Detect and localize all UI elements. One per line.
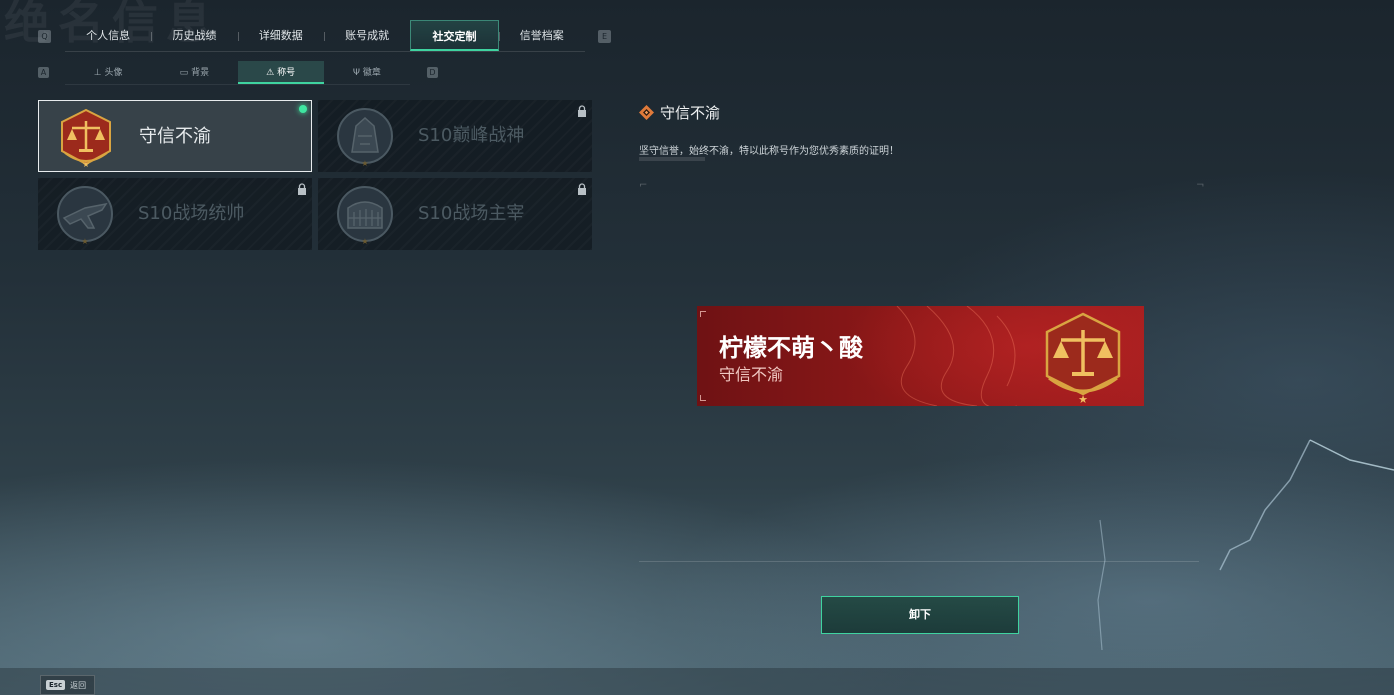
subtab-label: 称号 [277, 68, 296, 78]
frame-corner: ⌐ [639, 180, 648, 191]
svg-text:★: ★ [81, 237, 88, 246]
key-hint-prev-subtab: A [38, 67, 49, 78]
title-card-label: 守信不渝 [139, 126, 211, 147]
bottom-bar [0, 668, 1394, 695]
plate-corner [700, 311, 706, 317]
key-hint-next-subtab: D [427, 67, 438, 78]
detail-divider [639, 157, 705, 161]
tab-achievements[interactable]: 账号成就 [323, 20, 410, 51]
title-card-label: S10战场主宰 [418, 203, 525, 224]
subtab-title[interactable]: ⚠ 称号 [237, 61, 324, 84]
subtab-badge[interactable]: Ψ 徽章 [324, 61, 410, 84]
title-card-s10-peak-warrior[interactable]: ★ S10巅峰战神 [318, 100, 592, 172]
tab-detailed-stats[interactable]: 详细数据 [237, 20, 324, 51]
title-card-s10-battlefield-ruler[interactable]: ★ S10战场主宰 [318, 178, 592, 250]
lock-icon [578, 105, 586, 117]
subtab-label: 背景 [191, 68, 210, 78]
frame-corner: ¬ [1196, 180, 1205, 191]
nameplate-preview: 柠檬不萌丶酸 守信不渝 ★ [697, 306, 1144, 406]
badge-icon: Ψ [352, 68, 360, 78]
key-hint-prev-tab: Q [38, 30, 51, 43]
subtab-label: 徽章 [362, 68, 381, 78]
tab-reputation-record[interactable]: 信誉档案 [498, 20, 585, 51]
detail-title-text: 守信不渝 [660, 103, 721, 122]
subtab-background[interactable]: ▭ 背景 [151, 61, 237, 84]
svg-text:★: ★ [361, 237, 368, 246]
nameplate-player-name: 柠檬不萌丶酸 [719, 334, 863, 362]
tab-match-history[interactable]: 历史战绩 [151, 20, 237, 51]
lock-icon [298, 183, 306, 195]
detail-title: 守信不渝 [639, 101, 720, 123]
lightning-decoration [1097, 439, 1394, 651]
svg-text:★: ★ [361, 159, 368, 168]
aircraft-emblem-icon: ★ [57, 186, 113, 246]
title-card-s10-battlefield-commander[interactable]: ★ S10战场统帅 [38, 178, 312, 250]
subtab-label: 头像 [104, 68, 123, 78]
scales-emblem-icon: ★ [1045, 312, 1121, 406]
lock-icon [578, 183, 586, 195]
colosseum-emblem-icon: ★ [337, 186, 393, 246]
equipped-indicator [299, 105, 307, 113]
nameplate-title: 守信不渝 [719, 365, 784, 384]
title-card-label: S10战场统帅 [138, 203, 245, 224]
key-hint-next-tab: E [598, 30, 611, 43]
tab-social-customization[interactable]: 社交定制 [410, 20, 499, 51]
back-button[interactable]: Esc 返回 [40, 675, 95, 695]
warrior-emblem-icon: ★ [337, 108, 393, 168]
avatar-icon: ⊥ [93, 68, 102, 78]
title-card-shouxinbuyu[interactable]: ★ 守信不渝 [38, 100, 312, 172]
svg-text:★: ★ [82, 160, 89, 169]
main-tabs: 个人信息 历史战绩 详细数据 账号成就 社交定制 信誉档案 [65, 20, 585, 52]
plate-corner [700, 395, 706, 401]
title-card-label: S10巅峰战神 [418, 125, 525, 146]
title-diamond-icon [639, 104, 654, 120]
esc-key-hint: Esc [46, 680, 66, 690]
unequip-button[interactable]: 卸下 [821, 596, 1019, 634]
background-icon: ▭ [179, 68, 189, 78]
back-label: 返回 [70, 680, 87, 690]
subtab-avatar[interactable]: ⊥ 头像 [65, 61, 151, 84]
sub-tabs: ⊥ 头像 ▭ 背景 ⚠ 称号 Ψ 徽章 [65, 61, 410, 85]
detail-description: 坚守信誉，始终不渝，特以此称号作为您优秀素质的证明！ [639, 146, 899, 157]
scales-emblem-icon: ★ [61, 108, 111, 169]
svg-text:★: ★ [1078, 393, 1088, 406]
tab-personal-info[interactable]: 个人信息 [65, 20, 151, 51]
title-icon: ⚠ [266, 68, 275, 78]
